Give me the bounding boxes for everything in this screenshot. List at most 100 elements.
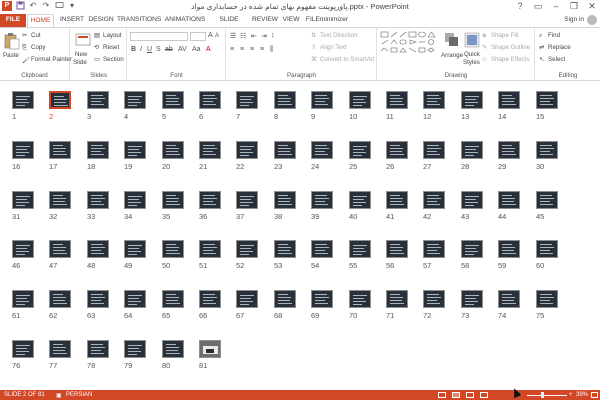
quick-styles-button[interactable]: Styles bbox=[463, 59, 480, 66]
slide-thumbnail[interactable] bbox=[87, 191, 109, 209]
slide-thumbnail[interactable] bbox=[162, 340, 184, 358]
slide-thumbnail[interactable] bbox=[386, 141, 408, 159]
align-right-icon[interactable]: ≡ bbox=[250, 46, 254, 53]
reset-button[interactable]: ⟲ Reset bbox=[94, 44, 119, 51]
slide-thumbnail[interactable] bbox=[536, 91, 558, 109]
slide-thumbnail[interactable] bbox=[274, 290, 296, 308]
slide-thumbnail[interactable] bbox=[311, 290, 333, 308]
slide-thumbnail[interactable] bbox=[199, 141, 221, 159]
slide-thumbnail[interactable] bbox=[87, 91, 109, 109]
slide-thumbnail[interactable] bbox=[199, 91, 221, 109]
slide-thumbnail[interactable] bbox=[124, 240, 146, 258]
slide-thumbnail[interactable] bbox=[12, 240, 34, 258]
slide-thumbnail[interactable] bbox=[49, 340, 71, 358]
slide-thumbnail[interactable] bbox=[423, 290, 445, 308]
shape-effects-button[interactable]: ◇ Shape Effects bbox=[482, 56, 529, 63]
slide-thumbnail[interactable] bbox=[162, 240, 184, 258]
increase-indent-icon[interactable]: ⇥ bbox=[261, 32, 267, 40]
layout-button[interactable]: ▤ Layout bbox=[94, 32, 122, 39]
underline-icon[interactable]: U bbox=[147, 46, 152, 53]
slide-thumbnail[interactable] bbox=[423, 191, 445, 209]
bold-icon[interactable]: B bbox=[131, 46, 136, 53]
slide-thumbnail[interactable] bbox=[87, 240, 109, 258]
avatar[interactable] bbox=[587, 15, 597, 25]
font-color-icon[interactable]: A bbox=[206, 46, 211, 53]
zoom-level[interactable]: 39% bbox=[576, 392, 588, 398]
new-slide-icon[interactable] bbox=[75, 32, 91, 50]
font-size-box[interactable] bbox=[190, 32, 206, 41]
tab-review[interactable]: REVIEW bbox=[252, 14, 278, 27]
slide-thumbnail[interactable] bbox=[236, 91, 258, 109]
slide-thumbnail[interactable] bbox=[199, 290, 221, 308]
slide-thumbnail[interactable] bbox=[461, 141, 483, 159]
slide-thumbnail[interactable] bbox=[423, 141, 445, 159]
fit-to-window-icon[interactable] bbox=[591, 392, 598, 398]
slide-thumbnail[interactable] bbox=[199, 340, 221, 358]
replace-button[interactable]: ⇄ Replace bbox=[539, 44, 571, 51]
tab-home[interactable]: HOME bbox=[27, 14, 54, 27]
shapes-gallery[interactable] bbox=[380, 30, 436, 62]
slide-thumbnail[interactable] bbox=[162, 290, 184, 308]
slide-thumbnail[interactable] bbox=[386, 290, 408, 308]
section-button[interactable]: ▭ Section bbox=[94, 56, 124, 63]
slide-thumbnail[interactable] bbox=[498, 141, 520, 159]
slide-thumbnail[interactable] bbox=[311, 191, 333, 209]
ribbon-display-options-button[interactable]: ▭ bbox=[532, 0, 544, 12]
slide-thumbnail[interactable] bbox=[274, 191, 296, 209]
zoom-in-button[interactable]: + bbox=[569, 392, 573, 398]
slide-thumbnail[interactable] bbox=[124, 290, 146, 308]
format-painter-button[interactable]: 🖌 Format Painter bbox=[22, 56, 72, 64]
slide-thumbnail[interactable] bbox=[236, 240, 258, 258]
slide-sorter-view-icon[interactable] bbox=[452, 392, 460, 398]
select-button[interactable]: ↖ Select bbox=[539, 56, 565, 63]
sign-in-link[interactable]: Sign in bbox=[564, 16, 584, 23]
decrease-indent-icon[interactable]: ⇤ bbox=[251, 32, 257, 40]
change-case-icon[interactable]: Aa bbox=[192, 46, 201, 53]
slide-thumbnail[interactable] bbox=[162, 141, 184, 159]
slide-thumbnail[interactable] bbox=[423, 240, 445, 258]
restore-button[interactable]: ❐ bbox=[568, 0, 580, 12]
copy-button[interactable]: ⎘ Copy bbox=[22, 44, 45, 51]
strikethrough-icon[interactable]: ab bbox=[165, 46, 173, 53]
slide-thumbnail[interactable] bbox=[349, 290, 371, 308]
slide-thumbnail[interactable] bbox=[498, 191, 520, 209]
slide-thumbnail[interactable] bbox=[386, 240, 408, 258]
close-button[interactable]: ✕ bbox=[586, 0, 598, 12]
slide-thumbnail[interactable] bbox=[498, 91, 520, 109]
tab-view[interactable]: VIEW bbox=[281, 14, 301, 27]
new-slide-button[interactable]: Slide bbox=[73, 59, 87, 66]
slide-thumbnail[interactable] bbox=[12, 340, 34, 358]
paste-icon[interactable] bbox=[4, 32, 20, 50]
slide-thumbnail[interactable] bbox=[536, 141, 558, 159]
tab-animations[interactable]: ANIMATIONS bbox=[164, 14, 206, 27]
slide-thumbnail[interactable] bbox=[461, 191, 483, 209]
slide-thumbnail[interactable] bbox=[162, 191, 184, 209]
shape-outline-button[interactable]: ✎ Shape Outline bbox=[482, 44, 530, 51]
slide-thumbnail[interactable] bbox=[236, 191, 258, 209]
font-name-box[interactable] bbox=[130, 32, 188, 41]
justify-icon[interactable]: ≡ bbox=[260, 46, 264, 53]
slide-thumbnail[interactable] bbox=[199, 240, 221, 258]
tab-file[interactable]: FILE bbox=[0, 14, 26, 27]
slide-thumbnail[interactable] bbox=[12, 191, 34, 209]
slide-thumbnail[interactable] bbox=[49, 141, 71, 159]
slide-thumbnail[interactable] bbox=[461, 240, 483, 258]
slide-thumbnail[interactable] bbox=[386, 191, 408, 209]
tab-insert[interactable]: INSERT bbox=[58, 14, 86, 27]
tab-design[interactable]: DESIGN bbox=[88, 14, 114, 27]
help-button[interactable]: ? bbox=[514, 0, 526, 12]
slide-thumbnail[interactable] bbox=[498, 240, 520, 258]
slide-thumbnail[interactable] bbox=[12, 91, 34, 109]
cut-button[interactable]: ✂ Cut bbox=[22, 32, 41, 39]
slide-thumbnail[interactable] bbox=[461, 290, 483, 308]
slide-thumbnail[interactable] bbox=[87, 290, 109, 308]
slide-thumbnail[interactable] bbox=[349, 191, 371, 209]
slide-thumbnail[interactable] bbox=[236, 141, 258, 159]
slide-thumbnail[interactable] bbox=[536, 191, 558, 209]
language-indicator[interactable]: PERSIAN bbox=[66, 392, 92, 398]
slide-thumbnail[interactable] bbox=[87, 340, 109, 358]
paste-button[interactable]: Paste bbox=[3, 52, 19, 59]
normal-view-icon[interactable] bbox=[438, 392, 446, 398]
align-left-icon[interactable]: ≡ bbox=[230, 46, 234, 53]
slide-thumbnail[interactable] bbox=[49, 240, 71, 258]
